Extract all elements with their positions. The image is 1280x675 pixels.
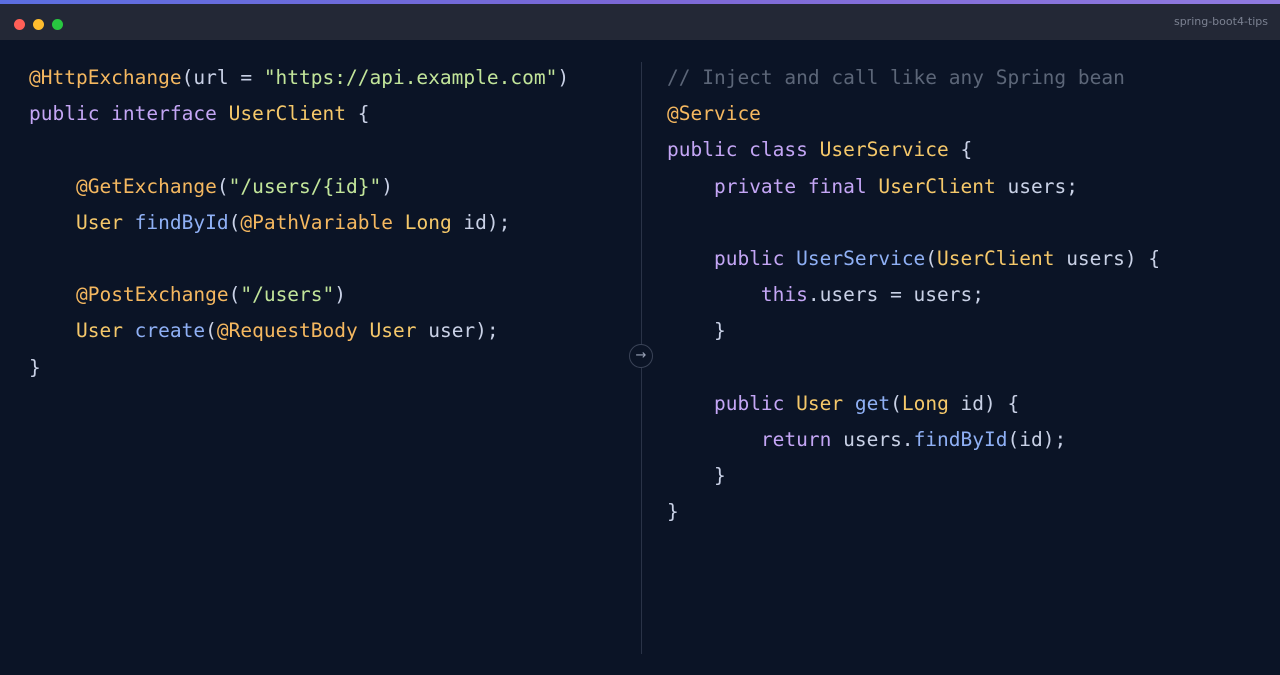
- code-token: (: [925, 246, 938, 270]
- code-token: user);: [416, 319, 499, 343]
- code-token: Long: [404, 210, 452, 234]
- code-line: }: [667, 313, 1267, 349]
- code-token: (: [228, 210, 241, 234]
- code-token: @HttpExchange: [29, 66, 182, 89]
- code-token: public class: [667, 138, 820, 162]
- code-token: User: [369, 319, 417, 343]
- code-line: public UserService(UserClient users) {: [667, 241, 1267, 277]
- code-line: private final UserClient users;: [667, 169, 1267, 205]
- code-token: @PathVariable: [240, 210, 405, 234]
- maximize-window-button[interactable]: [52, 19, 63, 30]
- code-token: (url =: [181, 66, 264, 89]
- code-line: }: [667, 458, 1267, 494]
- code-line: User create(@RequestBody User user);: [29, 313, 619, 349]
- code-line: // Inject and call like any Spring bean: [667, 60, 1267, 96]
- code-token: @PostExchange: [75, 283, 229, 307]
- code-line: }: [29, 350, 619, 386]
- code-token: id) {: [948, 391, 1020, 415]
- code-token: }: [29, 355, 41, 379]
- code-token: public: [713, 391, 797, 415]
- code-token: UserClient: [228, 102, 346, 126]
- code-token: findById: [134, 210, 229, 234]
- code-line: public User get(Long id) {: [667, 386, 1267, 422]
- code-token: ): [334, 283, 347, 307]
- code-token: }: [667, 500, 679, 524]
- code-token: UserClient: [937, 246, 1055, 270]
- code-token: }: [667, 319, 726, 343]
- code-token: "https://api.example.com": [263, 66, 558, 89]
- code-token: users) {: [1054, 246, 1161, 270]
- code-line: @HttpExchange(url = "https://api.example…: [29, 60, 619, 96]
- code-token: User: [75, 210, 135, 234]
- code-token: (: [890, 391, 902, 415]
- code-token: (id);: [1007, 427, 1067, 451]
- code-token: UserClient: [878, 174, 996, 198]
- code-line: }: [667, 494, 1267, 530]
- code-line: public class UserService {: [667, 132, 1267, 168]
- code-token: (: [205, 319, 217, 343]
- code-token: User: [796, 391, 855, 415]
- code-token: UserService: [796, 246, 926, 270]
- code-token: private final: [713, 174, 879, 198]
- code-token: @RequestBody: [216, 319, 370, 343]
- code-token: (: [228, 283, 241, 307]
- code-token: get: [854, 391, 891, 415]
- code-token: ): [381, 174, 393, 198]
- code-token: {: [346, 102, 370, 126]
- code-line: @GetExchange("/users/{id}"): [29, 169, 619, 205]
- code-token: ): [557, 66, 570, 89]
- code-line: User findById(@PathVariable Long id);: [29, 205, 619, 241]
- code-token: return: [760, 427, 844, 451]
- window-title: spring-boot4-tips: [1173, 15, 1268, 28]
- code-token: public interface: [29, 102, 229, 126]
- code-window: spring-boot4-tips @HttpExchange(url = "h…: [0, 0, 1280, 675]
- code-token: .users = users;: [807, 283, 984, 307]
- minimize-window-button[interactable]: [33, 19, 44, 30]
- code-token: @Service: [667, 102, 761, 126]
- code-token: create: [134, 319, 206, 343]
- code-token: User: [75, 319, 135, 343]
- code-token: Long: [901, 391, 949, 415]
- left-code-pane: @HttpExchange(url = "https://api.example…: [29, 60, 619, 386]
- code-line: this.users = users;: [667, 277, 1267, 313]
- code-line: @Service: [667, 96, 1267, 132]
- code-token: users.: [843, 427, 914, 451]
- code-line: return users.findById(id);: [667, 422, 1267, 458]
- code-token: users;: [995, 174, 1078, 198]
- code-token: UserService: [819, 138, 949, 162]
- code-token: "/users/{id}": [228, 174, 382, 198]
- code-line: public interface UserClient {: [29, 96, 619, 132]
- title-bar: spring-boot4-tips: [0, 4, 1280, 40]
- code-token: // Inject and call like any Spring bean: [667, 66, 1125, 89]
- code-token: findById: [913, 427, 1008, 451]
- code-token: public: [713, 246, 797, 270]
- code-token: @GetExchange: [75, 174, 217, 198]
- code-token: (: [216, 174, 229, 198]
- right-code-pane: // Inject and call like any Spring bean @…: [667, 60, 1267, 530]
- arrow-right-icon[interactable]: →: [629, 344, 653, 368]
- code-token: {: [948, 138, 973, 162]
- code-token: this: [760, 283, 808, 307]
- code-token: id);: [451, 210, 511, 234]
- code-line: @PostExchange("/users"): [29, 277, 619, 313]
- code-token: }: [667, 464, 726, 488]
- code-token: "/users": [240, 283, 335, 307]
- close-window-button[interactable]: [14, 19, 25, 30]
